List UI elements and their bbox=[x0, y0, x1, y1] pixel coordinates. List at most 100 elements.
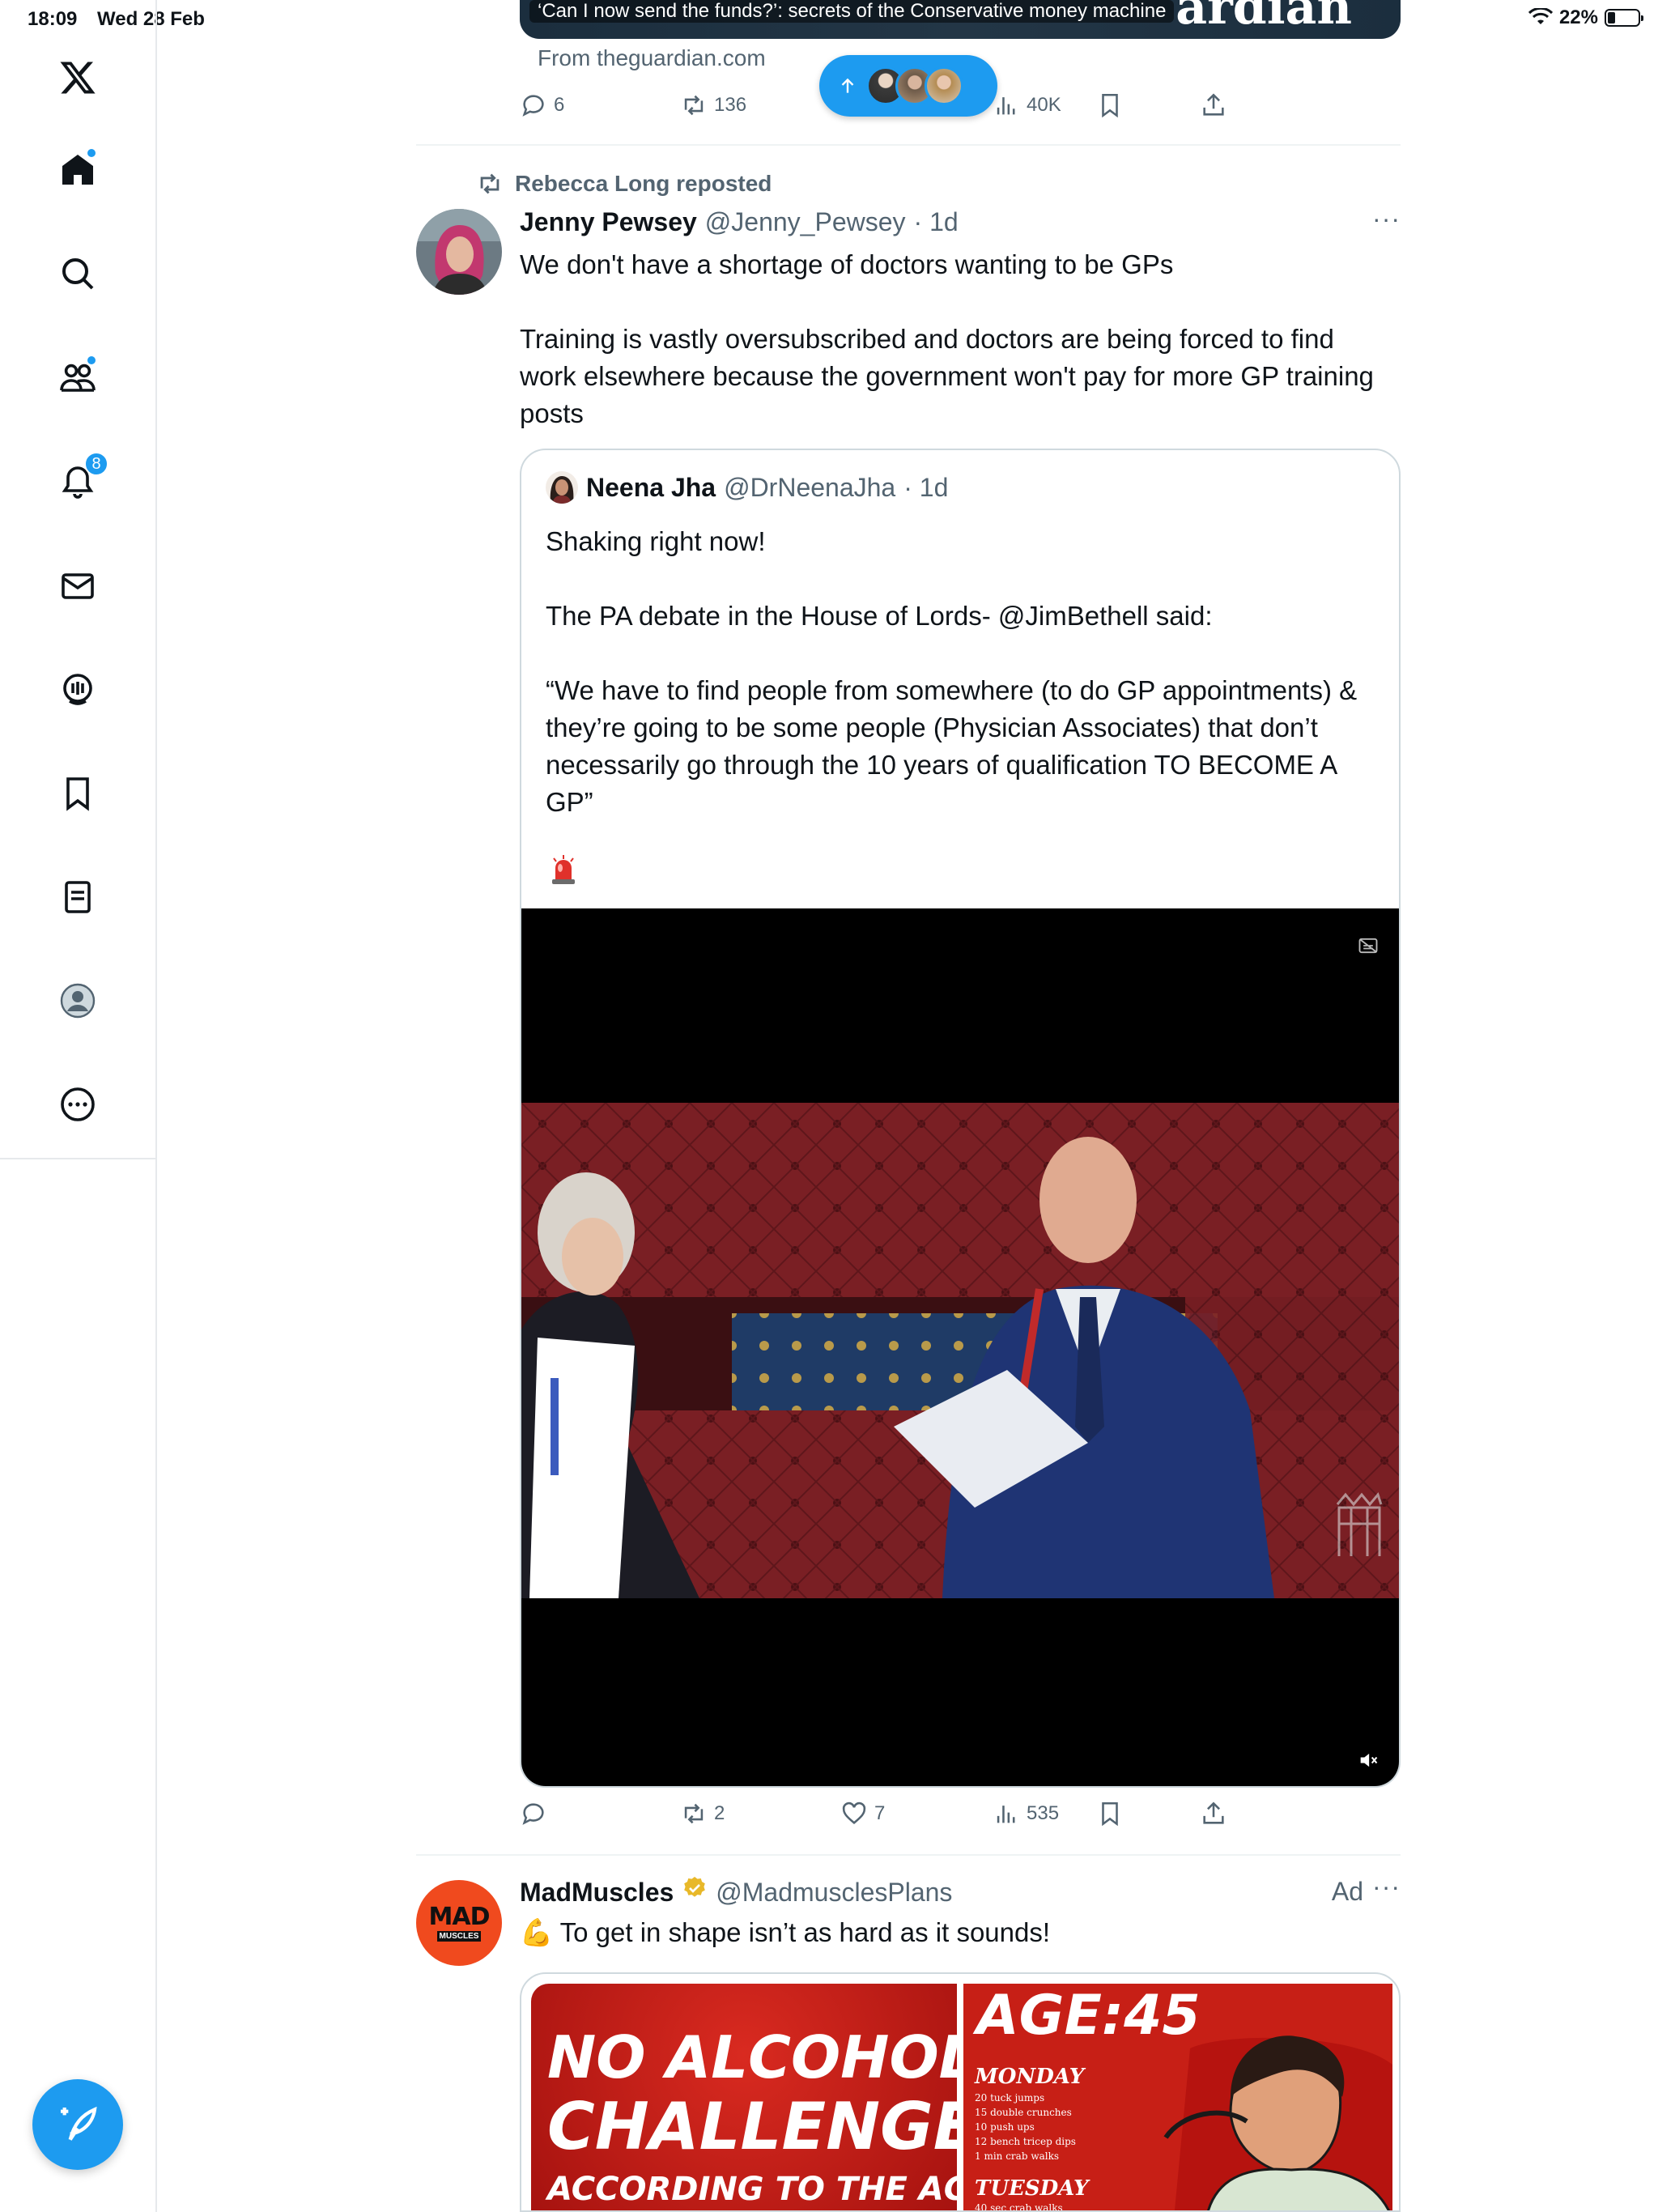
share-button[interactable] bbox=[1200, 1796, 1227, 1831]
sidebar-item-explore[interactable] bbox=[47, 243, 108, 304]
reply-icon bbox=[522, 1803, 544, 1825]
sidebar-item-more[interactable] bbox=[47, 1074, 108, 1135]
author-name[interactable]: Jenny Pewsey bbox=[520, 207, 697, 237]
advertiser-name[interactable]: MadMuscles bbox=[520, 1878, 674, 1908]
quote-author-name: Neena Jha bbox=[586, 472, 716, 502]
verified-gold-badge-icon bbox=[684, 1877, 706, 1897]
link-source[interactable]: From theguardian.com bbox=[538, 45, 766, 71]
spaces-icon bbox=[63, 674, 92, 705]
post-text: We don't have a shortage of doctors want… bbox=[520, 249, 1374, 428]
siren-emoji-icon bbox=[552, 855, 575, 884]
advertiser-avatar[interactable]: MAD MUSCLES bbox=[416, 1880, 502, 1966]
quoted-post[interactable]: Neena Jha @DrNeenaJha · 1d Shaking right… bbox=[520, 449, 1401, 1788]
ad-age-title: AGE:45 bbox=[976, 1984, 1201, 2048]
new-posts-avatars bbox=[866, 66, 963, 105]
post-time[interactable]: · 1d bbox=[914, 207, 959, 237]
ad-headline-3: ACCORDING TO THE AGE bbox=[547, 2171, 957, 2208]
ad-exercise-item: 1 min crab walks bbox=[975, 2150, 1060, 2162]
sidebar-item-grok[interactable] bbox=[47, 659, 108, 721]
mute-icon[interactable] bbox=[1357, 1749, 1380, 1772]
repost-indicator[interactable]: Rebecca Long reposted bbox=[476, 170, 772, 198]
bookmark-icon bbox=[1102, 1802, 1118, 1827]
reply-icon bbox=[522, 95, 544, 117]
like-button[interactable]: 7 bbox=[840, 1796, 885, 1831]
list-icon bbox=[65, 881, 91, 913]
views-count: 535 bbox=[1027, 1802, 1060, 1824]
views-button[interactable]: 535 bbox=[993, 1796, 1059, 1831]
arrow-up-icon bbox=[841, 78, 854, 93]
heart-icon bbox=[842, 1802, 866, 1824]
sidebar-item-lists[interactable] bbox=[47, 866, 108, 928]
bookmark-button[interactable] bbox=[1096, 87, 1124, 123]
quote-author-avatar bbox=[546, 471, 578, 504]
advertiser-logo-subtext: MUSCLES bbox=[436, 1930, 482, 1942]
battery-percent: 22% bbox=[1558, 6, 1598, 28]
sidebar: 8 bbox=[0, 0, 157, 1159]
link-card-headline: ‘Can I now send the funds?’: secrets of … bbox=[529, 0, 1175, 23]
new-posts-pill[interactable] bbox=[819, 55, 997, 117]
ad-day-tuesday: TUESDAY bbox=[975, 2176, 1089, 2201]
author-avatar[interactable] bbox=[416, 209, 502, 295]
video-player[interactable] bbox=[521, 908, 1399, 1786]
advertiser-logo-text: MAD bbox=[428, 1902, 491, 1931]
views-icon bbox=[997, 1806, 1015, 1823]
ad-exercise-item: 20 tuck jumps bbox=[975, 2092, 1045, 2104]
sidebar-item-bookmarks[interactable] bbox=[47, 763, 108, 824]
repost-count: 136 bbox=[714, 94, 747, 116]
ad-day-monday: MONDAY bbox=[975, 2065, 1085, 2089]
reply-count: 6 bbox=[554, 94, 565, 116]
ad-exercise-item: 15 double crunches bbox=[975, 2107, 1072, 2118]
profile-avatar-icon bbox=[60, 983, 96, 1019]
ad-image-right: AGE:45 MONDAY 20 tuck jumps 15 double cr… bbox=[963, 1984, 1392, 2210]
pill-avatar bbox=[925, 66, 963, 105]
sidebar-item-communities[interactable] bbox=[47, 347, 108, 408]
repost-button[interactable]: 2 bbox=[680, 1796, 725, 1831]
feather-plus-icon bbox=[61, 2106, 97, 2141]
share-icon bbox=[1203, 93, 1224, 116]
quote-time: · 1d bbox=[903, 472, 949, 502]
ad-exercise-item: 12 bench tricep dips bbox=[975, 2136, 1076, 2147]
ad-exercise-list: 20 tuck jumps 15 double crunches 10 push… bbox=[975, 2091, 1076, 2163]
search-icon bbox=[62, 258, 94, 290]
bookmark-button[interactable] bbox=[1096, 1796, 1124, 1831]
views-button[interactable]: 40K bbox=[993, 87, 1061, 123]
share-button[interactable] bbox=[1200, 87, 1227, 123]
repost-icon bbox=[480, 173, 500, 194]
link-card-image[interactable]: ‘Can I now send the funds?’: secrets of … bbox=[520, 0, 1401, 39]
reply-button[interactable] bbox=[520, 1796, 554, 1831]
x-logo-icon[interactable] bbox=[47, 47, 108, 108]
video-frame bbox=[521, 1103, 1399, 1598]
advertiser-handle[interactable]: @MadmusclesPlans bbox=[716, 1878, 952, 1908]
more-options-button[interactable]: ··· bbox=[1372, 204, 1401, 234]
status-right: 22% bbox=[1528, 6, 1643, 29]
battery-icon bbox=[1605, 9, 1643, 27]
sidebar-item-notifications[interactable]: 8 bbox=[47, 450, 108, 512]
repost-icon bbox=[684, 1803, 704, 1824]
views-count: 40K bbox=[1027, 94, 1061, 116]
repost-count: 2 bbox=[714, 1802, 725, 1824]
sidebar-item-messages[interactable] bbox=[47, 555, 108, 617]
more-options-button[interactable]: ··· bbox=[1372, 1872, 1401, 1902]
share-icon bbox=[1203, 1802, 1224, 1824]
home-unread-dot bbox=[86, 147, 97, 159]
post-actions: 2 7 535 bbox=[520, 1796, 1401, 1831]
mail-icon bbox=[62, 573, 94, 599]
sidebar-item-profile[interactable] bbox=[47, 970, 108, 1032]
sidebar-item-home[interactable] bbox=[47, 139, 108, 201]
author-handle[interactable]: @Jenny_Pewsey bbox=[705, 207, 906, 237]
ad-image[interactable]: NO ALCOHOL CHALLENGE ACCORDING TO THE AG… bbox=[520, 1972, 1401, 2212]
communities-unread-dot bbox=[86, 355, 97, 366]
sidebar-border bbox=[155, 1159, 157, 2212]
ad-text: 💪 To get in shape isn’t as hard as it so… bbox=[520, 1917, 1051, 1947]
compose-post-button[interactable] bbox=[32, 2079, 123, 2170]
views-icon bbox=[997, 97, 1015, 115]
ad-exercise-item: 10 push ups bbox=[975, 2121, 1035, 2133]
like-count: 7 bbox=[874, 1802, 886, 1824]
bookmark-icon bbox=[1102, 93, 1118, 118]
captions-off-icon[interactable] bbox=[1357, 934, 1380, 957]
ad-headline-2: CHALLENGE bbox=[547, 2089, 957, 2164]
reply-button[interactable]: 6 bbox=[520, 87, 564, 123]
quote-header: Neena Jha @DrNeenaJha · 1d bbox=[546, 471, 948, 504]
repost-button[interactable]: 136 bbox=[680, 87, 746, 123]
ad-image-left: NO ALCOHOL CHALLENGE ACCORDING TO THE AG… bbox=[531, 1984, 957, 2210]
